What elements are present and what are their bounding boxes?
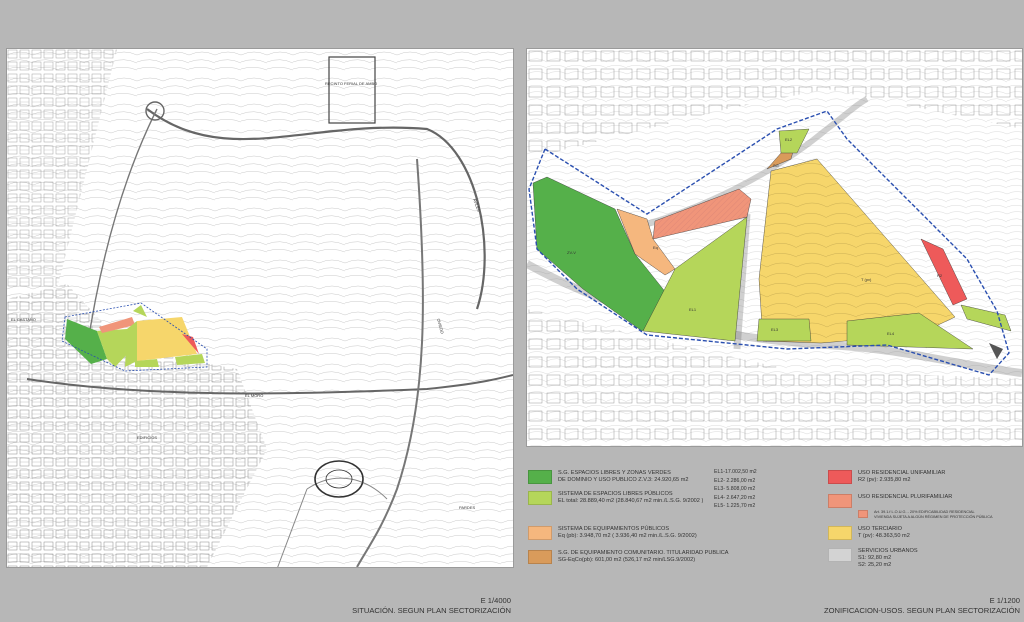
situation-title: SITUACIÓN. SEGUN PLAN SECTORIZACIÓN [352, 606, 511, 615]
situation-caption: E 1/4000 SITUACIÓN. SEGUN PLAN SECTORIZA… [352, 596, 511, 616]
legend-swatch-servicios [828, 548, 852, 562]
legend-eq-line2: Eq (pb): 3.948,70 m2 ( 3.936,40 m2 min./… [558, 533, 697, 539]
zoning-scale: E 1/1200 [989, 596, 1020, 605]
el-breakdown-1: EL1-17.002,50 m2 [714, 469, 757, 475]
zone-label-sg: SG [773, 163, 779, 168]
zone-label-el3: EL3 [771, 327, 779, 332]
place-label-pardes: PARDES [459, 505, 475, 510]
legend-item-plur-note: Art. 39.1.f L.O.U.G. - 20% EDIFICABILIDA… [858, 510, 993, 519]
legend-r2-line2: R2 (pv): 2.935,80 m2 [858, 477, 911, 483]
place-label-moro: EL MORO [245, 393, 263, 398]
zone-label-eq: Eq [653, 245, 658, 250]
zone-el3 [756, 318, 812, 342]
legend-swatch-el [528, 491, 552, 505]
legend-swatch-terciario [828, 526, 852, 540]
el-breakdown-5: EL5- 1.225,70 m2 [714, 503, 756, 510]
zone-label-el2: EL2 [785, 137, 793, 142]
zoning-map-drawing: ZV-V EL1 Eq R2 T (pv) EL2 EL3 EL4 SG [527, 49, 1022, 446]
legend-terc-line1: USO TERCIARIO [858, 526, 903, 532]
legend-sg-line1: S.G. DE EQUIPAMIENTO COMUNITARIO. TITULA… [558, 550, 729, 556]
situation-map: RECINTO FERIAL DE AMBO EL CASTAÑO AVILÉS… [6, 48, 514, 568]
legend-swatch-plurifamiliar [828, 494, 852, 508]
legend-item-sg: S.G. DE EQUIPAMIENTO COMUNITARIO. TITULA… [528, 550, 729, 564]
legend-sg-line2: SG-EqCo(pb): 601,00 m2 (526,17 m2 min/LS… [558, 557, 696, 563]
zone-label-zv: ZV-V [567, 250, 576, 255]
legend-plurnote-line2: VIVIENDA SUJETA A ALGÚN RÉGIMEN DE PROTE… [874, 514, 993, 519]
zoning-caption: E 1/1200 ZONIFICACION-USOS. SEGUN PLAN S… [824, 596, 1020, 616]
legend-terc-line2: T (pv): 48.363,50 m2 [858, 533, 910, 539]
legend-plur-line1: USO RESIDENCIAL PLURIFAMILIAR [858, 494, 953, 500]
legend-r2-line1: USO RESIDENCIAL UNIFAMILIAR [858, 470, 946, 476]
legend-eq-line1: SISTEMA DE EQUIPAMIENTOS PÚBLICOS [558, 526, 670, 532]
place-label-recinto: RECINTO FERIAL DE AMBO [325, 81, 377, 86]
legend-swatch-eq [528, 526, 552, 540]
zone-label-el1: EL1 [689, 307, 697, 312]
legend-el-line2: EL total: 28.889,40 m2 (28.840,67 m2 min… [558, 498, 704, 504]
legend-item-eq: SISTEMA DE EQUIPAMIENTOS PÚBLICOS Eq (pb)… [528, 526, 697, 540]
situation-scale: E 1/4000 [480, 596, 511, 605]
legend-item-el: SISTEMA DE ESPACIOS LIBRES PÚBLICOS EL to… [528, 491, 703, 505]
legend-swatch-zv [528, 470, 552, 484]
legend-swatch-sg [528, 550, 552, 564]
zoning-map: ZV-V EL1 Eq R2 T (pv) EL2 EL3 EL4 SG [526, 48, 1023, 447]
el-breakdown-2: EL2- 2.286,00 m2 [714, 477, 756, 484]
el-breakdown-4: EL4- 2.647,20 m2 [714, 494, 756, 501]
legend-zv-line2: DE DOMINIO Y USO PUBLICO Z.V.3: 24.920,6… [558, 477, 689, 483]
legend-item-servicios: SERVICIOS URBANOS S1: 92,80 m2 S2: 25,20 m… [828, 548, 918, 569]
legend-swatch-r2 [828, 470, 852, 484]
legend-item-plurifamiliar: USO RESIDENCIAL PLURIFAMILIAR [828, 494, 952, 508]
el-breakdown-3: EL3- 5.808,00 m2 [714, 486, 756, 493]
legend-zv-line1: S.G. ESPACIOS LIBRES Y ZONAS VERDES [558, 470, 671, 476]
legend-item-r2: USO RESIDENCIAL UNIFAMILIAR R2 (pv): 2.93… [828, 470, 945, 484]
zone-label-t: T (pv) [861, 277, 872, 282]
legend-swatch-plur-note [858, 510, 868, 518]
place-label-castano: EL CASTAÑO [11, 317, 36, 322]
zone-label-r2: R2 [937, 273, 943, 278]
legend-el-line1: SISTEMA DE ESPACIOS LIBRES PÚBLICOS [558, 491, 673, 497]
zoning-title: ZONIFICACION-USOS. SEGUN PLAN SECTORIZAC… [823, 606, 1020, 615]
legend-serv-line1: SERVICIOS URBANOS [858, 548, 918, 554]
legend-serv-line3: S2: 25,20 m2 [858, 562, 892, 568]
legend-item-terciario: USO TERCIARIO T (pv): 48.363,50 m2 [828, 526, 910, 540]
legend-item-zv: S.G. ESPACIOS LIBRES Y ZONAS VERDES DE DO… [528, 470, 688, 484]
zoning-legend: S.G. ESPACIOS LIBRES Y ZONAS VERDES DE DO… [528, 466, 1022, 572]
place-label-edificios: EDIFICIOS [137, 435, 157, 440]
situation-map-drawing: RECINTO FERIAL DE AMBO EL CASTAÑO AVILÉS… [7, 49, 513, 567]
zone-label-el4: EL4 [887, 331, 895, 336]
legend-serv-line2: S1: 92,80 m2 [858, 555, 892, 561]
el-breakdown-list: EL1-17.002,50 m2 EL2- 2.286,00 m2 EL3- 5… [714, 468, 757, 511]
